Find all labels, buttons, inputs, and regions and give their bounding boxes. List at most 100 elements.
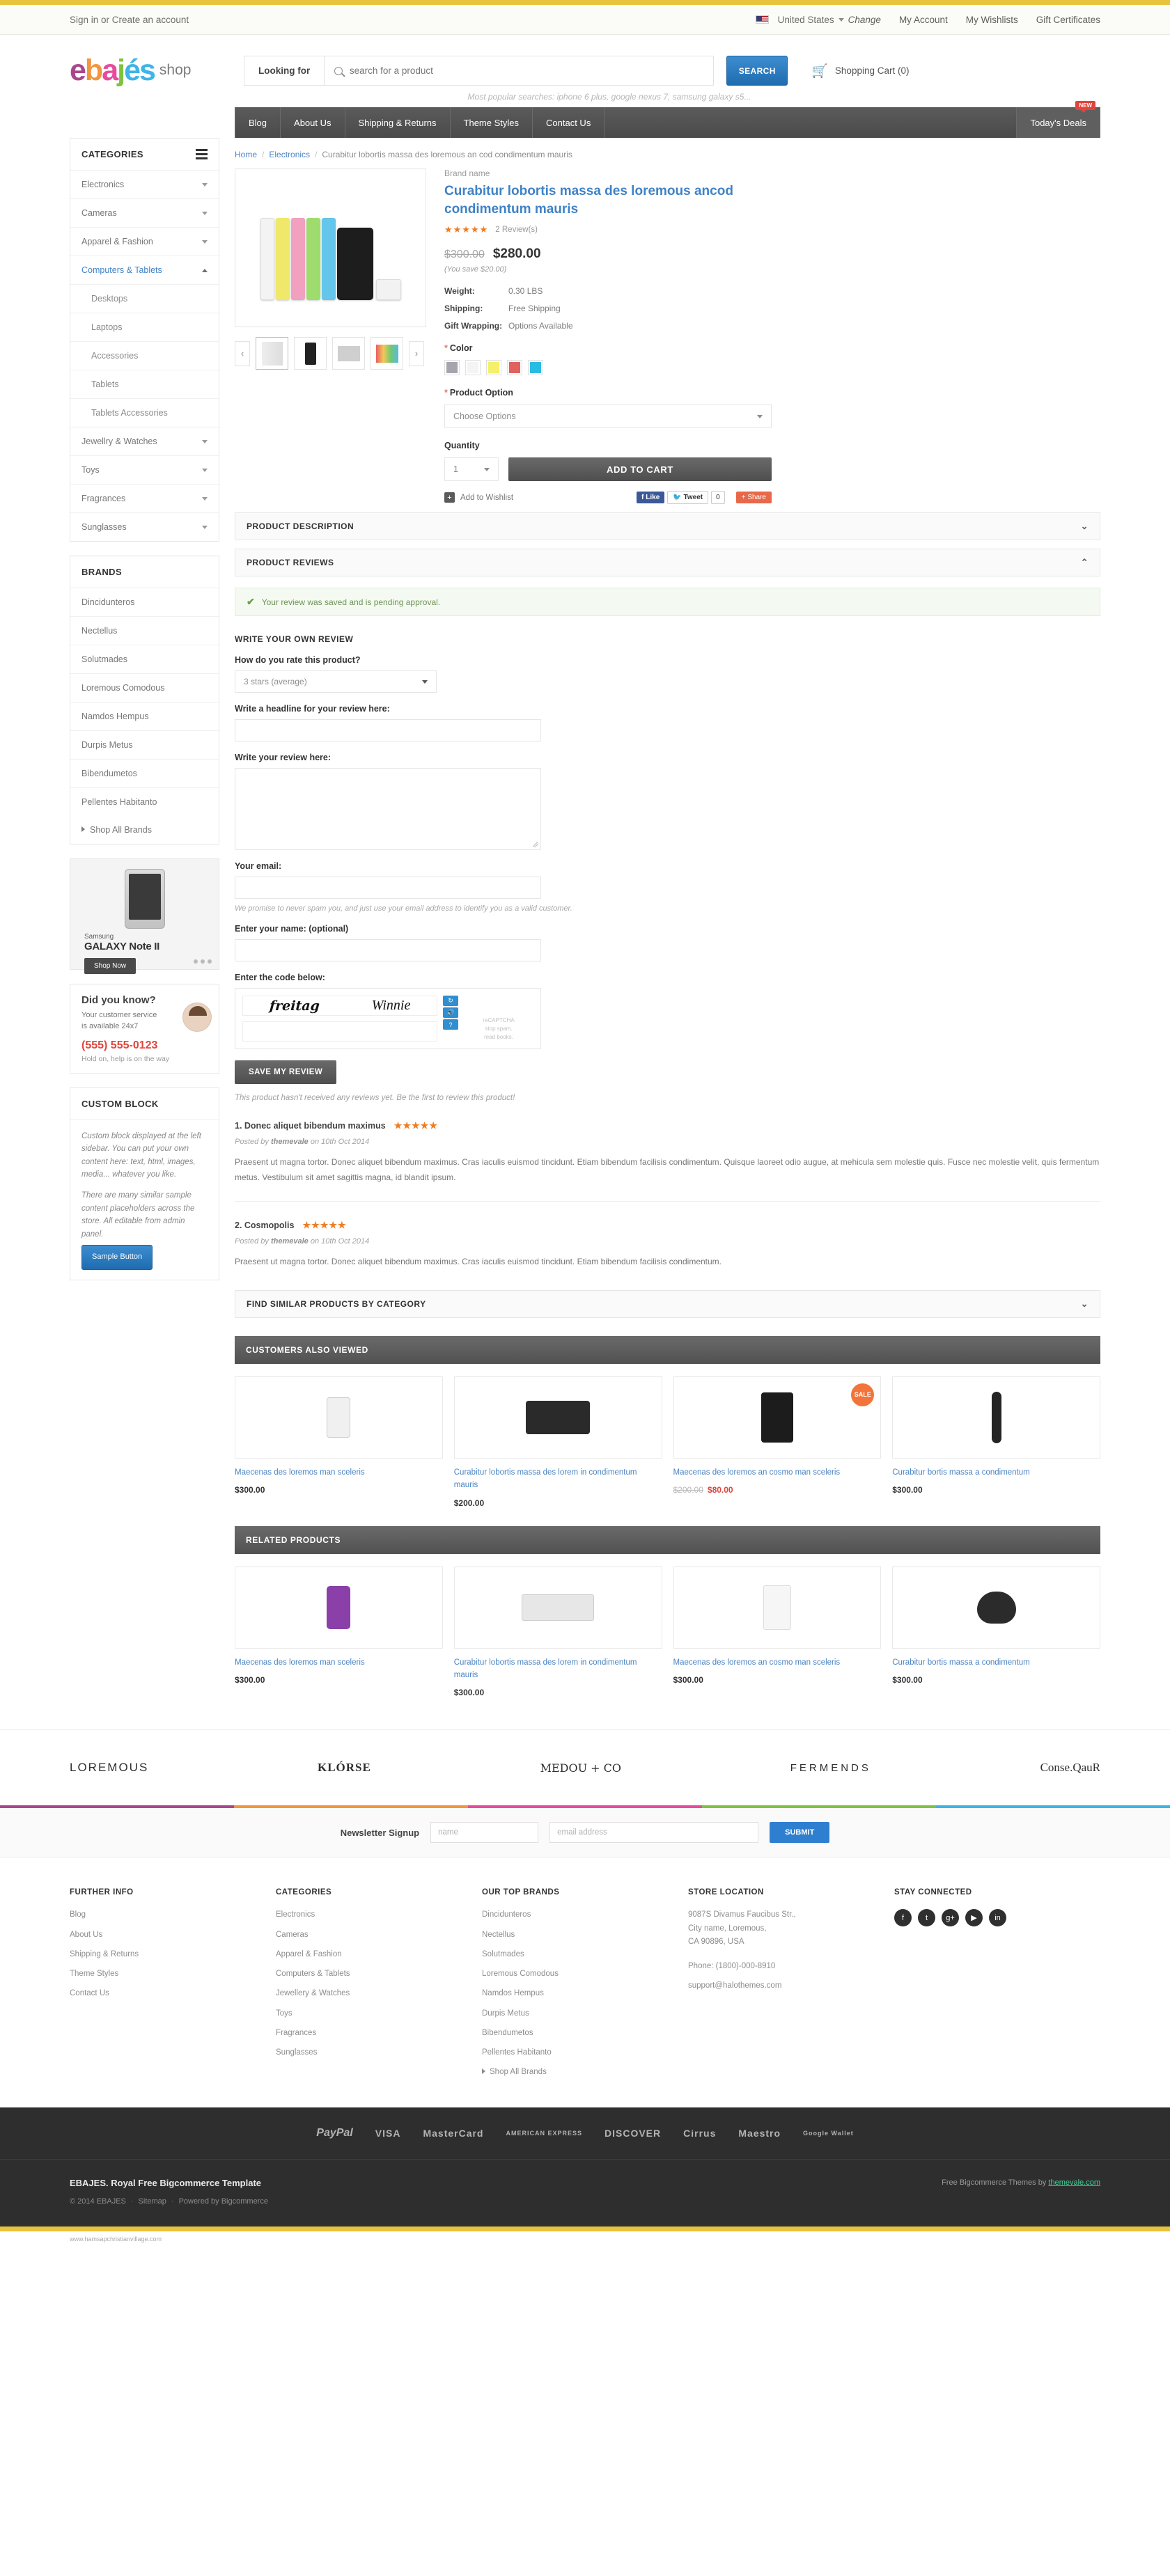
shop-now-button[interactable]: Shop Now (84, 958, 136, 974)
product-card[interactable]: Curabitur lobortis massa des lorem in co… (453, 1376, 662, 1508)
sidebar-brand-3[interactable]: Loremous Comodous (70, 674, 219, 702)
sidebar-category-9[interactable]: Jewellry & Watches (70, 427, 219, 456)
search-button[interactable]: SEARCH (726, 56, 788, 86)
twitter-icon[interactable]: t (918, 1909, 935, 1927)
sitemap-link[interactable]: Sitemap (139, 2197, 166, 2206)
sidebar-category-5[interactable]: Laptops (70, 313, 219, 342)
footer-link-2-3[interactable]: Loremous Comodous (482, 1968, 688, 1980)
product-card-image[interactable] (453, 1376, 662, 1459)
newsletter-name-input[interactable]: name (430, 1822, 539, 1844)
product-card[interactable]: Curabitur bortis massa a condimentum $300… (892, 1376, 1100, 1508)
product-card-image[interactable]: SALE (673, 1376, 882, 1459)
color-swatch-1[interactable] (465, 360, 481, 376)
shopping-cart[interactable]: 🛒 Shopping Cart (0) (811, 56, 909, 86)
nav-item-blog[interactable]: Blog (235, 107, 281, 138)
sidebar-brand-2[interactable]: Solutmades (70, 645, 219, 674)
accordion-product-description[interactable]: PRODUCT DESCRIPTION ⌄ (235, 512, 1100, 541)
review-count[interactable]: 2 Review(s) (495, 226, 538, 234)
product-card-name[interactable]: Curabitur lobortis massa des lorem in co… (454, 1656, 662, 1682)
facebook-icon[interactable]: f (894, 1909, 912, 1927)
linkedin-icon[interactable]: in (989, 1909, 1006, 1927)
breadcrumb-category[interactable]: Electronics (269, 150, 310, 159)
footer-link-1-6[interactable]: Fragrances (276, 2027, 482, 2039)
sidebar-promo-banner[interactable]: Samsung GALAXY Note II Shop Now (70, 858, 219, 974)
signin-area[interactable]: Sign in or Create an account (70, 15, 189, 25)
thumbnail-2[interactable] (294, 337, 327, 370)
sidebar-brand-1[interactable]: Nectellus (70, 617, 219, 645)
help-icon[interactable]: ? (443, 1019, 458, 1030)
product-card[interactable]: Curabitur lobortis massa des lorem in co… (453, 1566, 662, 1697)
footer-link-0-4[interactable]: Contact Us (70, 1988, 276, 2000)
footer-link-0-3[interactable]: Theme Styles (70, 1968, 276, 1980)
nav-item-about-us[interactable]: About Us (281, 107, 345, 138)
review-headline-input[interactable] (235, 719, 541, 742)
product-card-image[interactable] (892, 1376, 1100, 1459)
site-logo[interactable]: ebajés (70, 56, 156, 86)
product-card-name[interactable]: Maecenas des loremos an cosmo man sceler… (673, 1466, 882, 1479)
plus-icon[interactable]: + (444, 492, 455, 503)
country-selector[interactable]: United States Change (755, 15, 881, 25)
product-card-name[interactable]: Curabitur bortis massa a condimentum (892, 1466, 1100, 1479)
signin-link[interactable]: Sign in or Create an account (70, 15, 189, 25)
gift-certificates-link[interactable]: Gift Certificates (1036, 15, 1100, 25)
add-to-wishlist-link[interactable]: Add to Wishlist (460, 494, 513, 502)
logo-area[interactable]: ebajés shop (70, 50, 231, 86)
nav-item-shipping-returns[interactable]: Shipping & Returns (345, 107, 451, 138)
newsletter-submit-button[interactable]: SUBMIT (770, 1822, 830, 1844)
product-card-name[interactable]: Curabitur lobortis massa des lorem in co… (454, 1466, 662, 1492)
sidebar-brand-0[interactable]: Dincidunteros (70, 588, 219, 617)
add-to-cart-button[interactable]: ADD TO CART (508, 457, 772, 482)
product-card-name[interactable]: Curabitur bortis massa a condimentum (892, 1656, 1100, 1669)
product-option-select[interactable]: Choose Options (444, 405, 772, 429)
footer-link-1-0[interactable]: Electronics (276, 1909, 482, 1921)
refresh-icon[interactable]: ↻ (443, 996, 458, 1007)
product-card-name[interactable]: Maecenas des loremos man sceleris (235, 1656, 443, 1669)
color-swatch-0[interactable] (444, 360, 460, 376)
footer-link-0-2[interactable]: Shipping & Returns (70, 1949, 276, 1961)
sidebar-category-7[interactable]: Tablets (70, 370, 219, 399)
product-card-name[interactable]: Maecenas des loremos an cosmo man sceler… (673, 1656, 882, 1669)
googleplus-icon[interactable]: g+ (942, 1909, 959, 1927)
thumbnail-4[interactable] (370, 337, 403, 370)
footer-link-1-3[interactable]: Computers & Tablets (276, 1968, 482, 1980)
footer-link-2-5[interactable]: Durpis Metus (482, 2008, 688, 2020)
facebook-like-button[interactable]: f Like (637, 492, 665, 504)
sidebar-category-10[interactable]: Toys (70, 456, 219, 485)
sidebar-brand-4[interactable]: Namdos Hempus (70, 702, 219, 731)
sidebar-category-1[interactable]: Cameras (70, 199, 219, 228)
footer-link-2-0[interactable]: Dincidunteros (482, 1909, 688, 1921)
footer-link-2-7[interactable]: Pellentes Habitanto (482, 2047, 688, 2059)
sidebar-category-8[interactable]: Tablets Accessories (70, 399, 219, 427)
footer-shop-all-brands[interactable]: Shop All Brands (482, 2066, 688, 2078)
review-body-textarea[interactable] (235, 768, 541, 851)
footer-link-1-7[interactable]: Sunglasses (276, 2047, 482, 2059)
product-card[interactable]: Curabitur bortis massa a condimentum $300… (892, 1566, 1100, 1698)
breadcrumb-home[interactable]: Home (235, 150, 257, 159)
nav-item-todays-deals[interactable]: NEW Today's Deals (1016, 101, 1100, 138)
twitter-tweet-button[interactable]: 🐦 Tweet (667, 491, 709, 505)
sidebar-brand-6[interactable]: Bibendumetos (70, 760, 219, 788)
share-button[interactable]: + Share (735, 492, 772, 504)
product-card-image[interactable] (453, 1566, 662, 1649)
themevale-link[interactable]: themevale.com (1048, 2178, 1100, 2187)
sidebar-category-0[interactable]: Electronics (70, 171, 219, 199)
search-input[interactable] (349, 65, 714, 76)
sidebar-category-6[interactable]: Accessories (70, 342, 219, 370)
sample-button[interactable]: Sample Button (81, 1245, 153, 1270)
sidebar-category-12[interactable]: Sunglasses (70, 513, 219, 541)
newsletter-email-input[interactable]: email address (549, 1822, 759, 1844)
shop-all-brands-link[interactable]: Shop All Brands (70, 816, 219, 844)
sidebar-category-3[interactable]: Computers & Tablets (70, 256, 219, 285)
my-account-link[interactable]: My Account (899, 15, 948, 25)
footer-link-0-0[interactable]: Blog (70, 1909, 276, 1921)
email-field[interactable] (235, 877, 541, 900)
search-field-wrap[interactable] (324, 56, 715, 86)
banner-dots[interactable] (194, 959, 212, 964)
footer-link-2-1[interactable]: Nectellus (482, 1929, 688, 1941)
store-email[interactable]: support@halothemes.com (688, 1980, 894, 1992)
sidebar-category-11[interactable]: Fragrances (70, 485, 219, 513)
footer-link-1-1[interactable]: Cameras (276, 1929, 482, 1941)
youtube-icon[interactable]: ▶ (965, 1909, 983, 1927)
product-card[interactable]: Maecenas des loremos man sceleris $300.00 (235, 1376, 443, 1508)
color-swatch-2[interactable] (486, 360, 501, 376)
